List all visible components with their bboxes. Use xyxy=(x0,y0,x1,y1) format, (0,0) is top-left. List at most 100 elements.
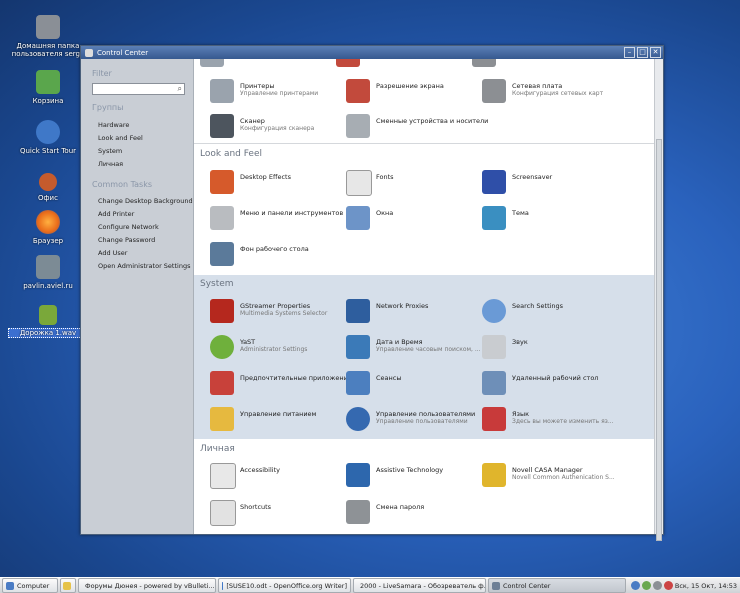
desktop-icon-trash[interactable]: Корзина xyxy=(8,70,88,105)
module-screen-resolution[interactable]: Разрешение экрана xyxy=(340,77,474,105)
task-link-change-password[interactable]: Change Password xyxy=(98,236,155,244)
module-yast[interactable]: YaST Administrator Settings xyxy=(204,333,338,361)
minimize-button[interactable]: – xyxy=(624,47,635,58)
vertical-scrollbar[interactable] xyxy=(654,59,663,541)
desktop-icon-label: Браузер xyxy=(32,237,64,245)
module-sound[interactable]: Звук xyxy=(476,333,610,361)
module-partial xyxy=(194,59,328,79)
module-user-management[interactable]: Управление пользователями Управление пол… xyxy=(340,405,475,433)
module-title: Assistive Technology xyxy=(376,466,444,474)
group-link-system[interactable]: System xyxy=(98,147,122,155)
desktop-icon-label: Корзина xyxy=(32,97,64,105)
module-menus-toolbars[interactable]: Меню и панели инструментов xyxy=(204,204,343,232)
desktop-icon-audio-file[interactable]: Дорожка 1.wav xyxy=(8,305,88,338)
close-button[interactable]: ✕ xyxy=(650,47,661,58)
section-heading-personal: Личная xyxy=(200,444,235,454)
fonts-icon xyxy=(346,170,372,196)
volume-tray-icon[interactable] xyxy=(652,581,662,590)
office-icon xyxy=(39,173,57,191)
module-fonts[interactable]: Fonts xyxy=(340,168,474,196)
module-power-management[interactable]: Управление питанием xyxy=(204,405,338,433)
module-shortcuts[interactable]: Shortcuts xyxy=(204,498,338,526)
desktop-icon-quickstart[interactable]: Quick Start Tour xyxy=(8,120,88,155)
module-windows[interactable]: Окна xyxy=(340,204,474,232)
clock[interactable]: Вск, 15 Окт, 14:53 xyxy=(675,582,737,590)
group-link-hardware[interactable]: Hardware xyxy=(98,121,129,129)
taskbar-task-control-center[interactable]: Control Center xyxy=(488,578,626,593)
computer-menu-button[interactable]: Computer xyxy=(2,578,58,593)
desktop-icon-label: Quick Start Tour xyxy=(19,147,77,155)
notes-launcher[interactable] xyxy=(60,578,76,593)
module-remote-desktop[interactable]: Удаленный рабочий стол xyxy=(476,369,610,397)
update-tray-icon[interactable] xyxy=(641,581,651,590)
module-casa-manager[interactable]: Novell CASA Manager Novell Common Authen… xyxy=(476,461,615,489)
module-screensaver[interactable]: Screensaver xyxy=(476,168,610,196)
module-title: Язык xyxy=(512,410,530,418)
module-printers[interactable]: Принтеры Управление принтерами xyxy=(204,77,338,105)
section-heading-system: System xyxy=(200,279,234,289)
module-partial xyxy=(330,59,464,79)
module-search-settings[interactable]: Search Settings xyxy=(476,297,610,325)
module-removable-devices[interactable]: Сменные устройства и носители xyxy=(340,112,488,140)
module-title: Сеансы xyxy=(376,374,402,382)
module-date-time[interactable]: Дата и Время Управление часовым поиском,… xyxy=(340,333,481,361)
module-preferred-apps[interactable]: Предпочтительные приложения xyxy=(204,369,352,397)
module-scanner[interactable]: Сканер Конфигурация сканера xyxy=(204,112,338,140)
module-sessions[interactable]: Сеансы xyxy=(340,369,474,397)
module-gstreamer[interactable]: GStreamer Properties Multimedia Systems … xyxy=(204,297,338,325)
group-link-look-and-feel[interactable]: Look and Feel xyxy=(98,134,143,142)
search-icon[interactable]: ⌕ xyxy=(178,84,182,94)
filter-input[interactable]: ⌕ xyxy=(92,83,185,95)
module-title: Звук xyxy=(512,338,528,346)
module-title: Сканер xyxy=(240,117,265,125)
module-desktop-effects[interactable]: Desktop Effects xyxy=(204,168,338,196)
desktop-icon-home[interactable]: Домашняя папка пользователя serge xyxy=(8,15,88,58)
task-link-add-user[interactable]: Add User xyxy=(98,249,127,257)
module-accessibility[interactable]: Accessibility xyxy=(204,461,338,489)
module-network-card[interactable]: Сетевая плата Конфигурация сетевых карт xyxy=(476,77,610,105)
module-title: Novell CASA Manager xyxy=(512,466,583,474)
section-divider xyxy=(194,143,655,144)
module-assistive-technology[interactable]: Assistive Technology xyxy=(340,461,474,489)
sidebar: Filter ⌕ Группы Hardware Look and Feel S… xyxy=(81,59,194,534)
network-tray-icon[interactable] xyxy=(630,581,640,590)
sound-icon xyxy=(482,335,506,359)
control-center-icon xyxy=(492,581,500,590)
scanner-icon xyxy=(210,114,234,138)
keyboard-layout-icon[interactable] xyxy=(663,581,673,590)
window-titlebar[interactable]: Control Center – □ ✕ xyxy=(81,46,663,59)
removable-media-icon xyxy=(346,114,370,138)
group-link-personal[interactable]: Личная xyxy=(98,160,123,168)
printer-icon xyxy=(210,79,234,103)
desktop-icon-office[interactable]: Офис xyxy=(8,170,88,202)
scrollbar-thumb[interactable] xyxy=(656,139,662,541)
taskbar-task-forum[interactable]: Форумы Дюнея - powered by vBulleti... xyxy=(78,578,216,593)
task-label: Форумы Дюнея - powered by vBulleti... xyxy=(85,581,215,590)
desktop-background-icon xyxy=(210,242,234,266)
modules-panel: Принтеры Управление принтерами Разрешени… xyxy=(194,59,655,534)
module-subtitle: Управление принтерами xyxy=(240,90,319,97)
module-title: Окна xyxy=(376,209,394,217)
module-language[interactable]: Язык Здесь вы можете изменить яз... xyxy=(476,405,614,433)
module-desktop-background[interactable]: Фон рабочего стола xyxy=(204,240,338,268)
module-network-proxies[interactable]: Network Proxies xyxy=(340,297,474,325)
desktop-icon-browser[interactable]: Браузер xyxy=(8,210,88,245)
module-subtitle: Конфигурация сканера xyxy=(240,125,315,132)
task-link-configure-network[interactable]: Configure Network xyxy=(98,223,159,231)
task-link-add-printer[interactable]: Add Printer xyxy=(98,210,134,218)
task-link-change-background[interactable]: Change Desktop Background xyxy=(98,197,193,205)
taskbar-task-explorer[interactable]: 2000 - LiveSamara - Обозреватель ф... xyxy=(353,578,486,593)
module-title: Фон рабочего стола xyxy=(240,245,309,253)
accessibility-icon xyxy=(210,463,236,489)
module-subtitle: Управление часовым поиском, ... xyxy=(376,346,481,353)
computer-menu-label: Computer xyxy=(17,581,50,590)
taskbar-task-writer[interactable]: [SUSE10.odt - OpenOffice.org Writer] xyxy=(218,578,351,593)
maximize-button[interactable]: □ xyxy=(637,47,648,58)
keys-icon xyxy=(346,500,370,524)
module-subtitle: Administrator Settings xyxy=(240,346,308,353)
desktop-icon-network-folder[interactable]: pavlin.aviel.ru xyxy=(8,255,88,290)
assistive-technology-icon xyxy=(346,463,370,487)
task-link-admin-settings[interactable]: Open Administrator Settings xyxy=(98,262,190,270)
module-theme[interactable]: Тема xyxy=(476,204,610,232)
module-change-password[interactable]: Смена пароля xyxy=(340,498,474,526)
